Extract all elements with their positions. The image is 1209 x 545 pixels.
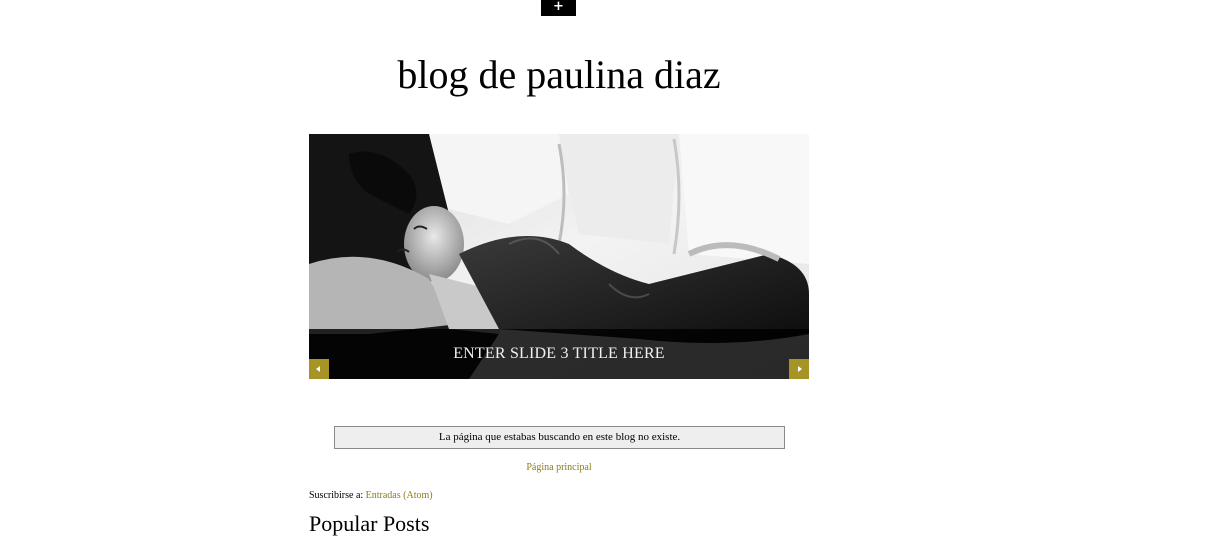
popular-posts-heading: Popular Posts <box>309 511 430 536</box>
arrow-left-icon <box>316 366 320 372</box>
status-message: La página que estabas buscando en este b… <box>334 426 785 449</box>
home-link[interactable]: Página principal <box>309 461 809 475</box>
expand-toggle-button[interactable]: + <box>541 0 576 16</box>
image-slider[interactable]: ENTER SLIDE 3 TITLE HERE <box>309 134 809 379</box>
arrow-right-icon <box>798 366 802 372</box>
atom-feed-link[interactable]: Entradas (Atom) <box>366 490 433 501</box>
slide-title[interactable]: ENTER SLIDE 3 TITLE HERE <box>309 329 809 379</box>
blog-title[interactable]: blog de paulina diaz <box>309 50 809 100</box>
slider-next-button[interactable] <box>789 359 809 379</box>
slider-prev-button[interactable] <box>309 359 329 379</box>
page: + blog de paulina diaz ENTER SLIDE 3 TIT… <box>0 0 1209 545</box>
subscribe-line: Suscribirse a: Entradas (Atom) <box>309 489 433 503</box>
subscribe-label: Suscribirse a: <box>309 490 366 501</box>
